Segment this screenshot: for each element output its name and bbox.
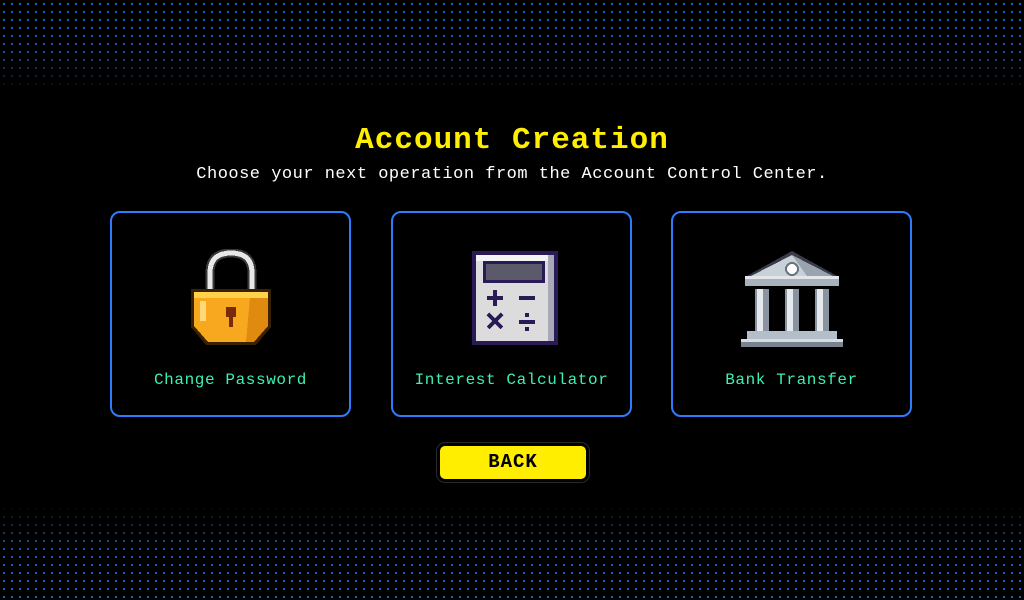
dot-pattern-top [0, 0, 1024, 92]
bank-transfer-card[interactable]: Bank Transfer [671, 211, 912, 417]
back-button[interactable]: BACK [437, 443, 589, 482]
dot-pattern-bottom [0, 505, 1024, 600]
calculator-icon [457, 249, 567, 353]
interest-calculator-card[interactable]: Interest Calculator [391, 211, 632, 417]
page-title: Account Creation [355, 123, 669, 158]
bank-transfer-label: Bank Transfer [725, 371, 858, 389]
change-password-label: Change Password [153, 371, 308, 389]
change-password-card[interactable]: Change Password [110, 211, 351, 417]
padlock-icon [176, 249, 286, 353]
page-subtitle: Choose your next operation from the Acco… [196, 165, 828, 184]
interest-calculator-label: Interest Calculator [414, 371, 609, 389]
bank-icon [737, 249, 847, 353]
